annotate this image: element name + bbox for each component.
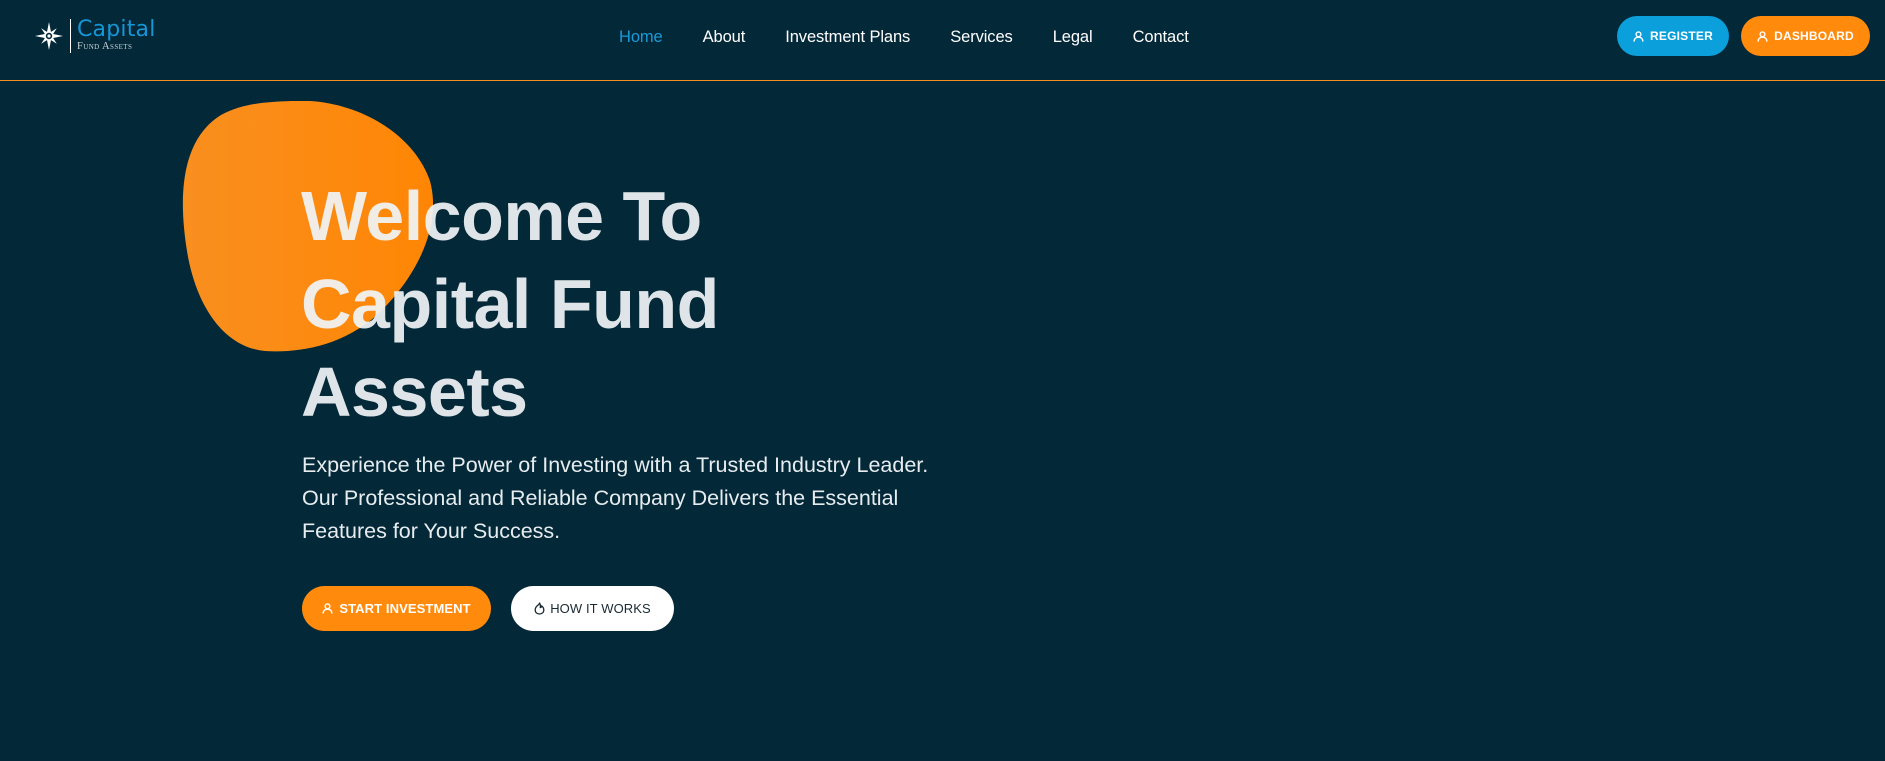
dashboard-label: DASHBOARD <box>1774 29 1854 43</box>
nav-investment-plans[interactable]: Investment Plans <box>785 28 910 47</box>
how-it-works-button[interactable]: HOW IT WORKS <box>511 586 674 631</box>
register-label: REGISTER <box>1650 29 1713 43</box>
user-icon <box>1633 30 1644 42</box>
dashboard-button[interactable]: DASHBOARD <box>1741 16 1870 56</box>
hero-title-line-2: Capital Fund <box>301 265 719 343</box>
nav-legal[interactable]: Legal <box>1053 28 1093 47</box>
nav-home[interactable]: Home <box>619 28 663 47</box>
logo-divider <box>70 19 71 53</box>
hero-subtitle: Experience the Power of Investing with a… <box>302 453 929 543</box>
nav-about[interactable]: About <box>703 28 746 47</box>
brand-name: Capital <box>77 17 156 43</box>
hero-title-line-1: Welcome To <box>301 177 702 255</box>
how-it-works-label: HOW IT WORKS <box>550 601 651 616</box>
brand-logo[interactable]: Capital Fund Assets <box>34 18 156 54</box>
hero-title: Welcome To Capital Fund Assets <box>301 172 1001 436</box>
register-button[interactable]: REGISTER <box>1617 16 1729 56</box>
start-investment-button[interactable]: START INVESTMENT <box>302 586 491 631</box>
nav-contact[interactable]: Contact <box>1133 28 1189 47</box>
main-nav: Home About Investment Plans Services Leg… <box>619 24 1229 50</box>
user-icon <box>1757 30 1768 42</box>
compass-star-icon <box>35 22 63 50</box>
start-investment-label: START INVESTMENT <box>339 601 471 616</box>
user-icon <box>322 603 333 614</box>
nav-services[interactable]: Services <box>950 28 1013 47</box>
site-header: Capital Fund Assets Home About Investmen… <box>0 0 1885 81</box>
logo-text: Capital Fund Assets <box>77 19 156 53</box>
fire-icon <box>534 602 545 615</box>
hero-title-line-3: Assets <box>301 353 528 431</box>
brand-tagline: Fund Assets <box>77 41 133 53</box>
